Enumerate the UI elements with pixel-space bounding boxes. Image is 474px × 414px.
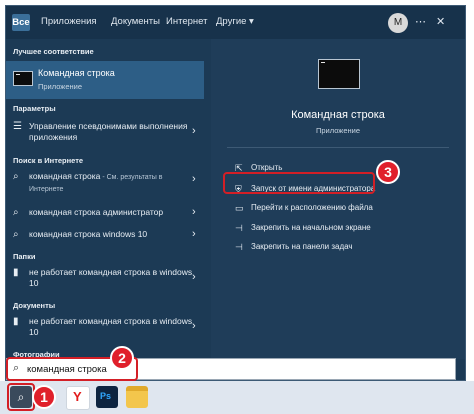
step-badge-3: 3 xyxy=(376,160,400,184)
taskbar-highlight-frame xyxy=(7,383,35,411)
more-options-icon[interactable]: ⋯ xyxy=(415,15,426,28)
pin-icon: ⊣ xyxy=(235,223,243,233)
command-prompt-icon xyxy=(13,71,33,86)
settings-item-label: Управление псевдонимами выполнения прило… xyxy=(29,121,188,142)
results-list: Лучшее соответствие Командная строка При… xyxy=(6,39,204,359)
best-match-heading: Лучшее соответствие xyxy=(13,47,94,56)
action-pin-start-label: Закрепить на начальном экране xyxy=(251,223,371,232)
file-explorer-button[interactable] xyxy=(126,386,148,408)
close-icon[interactable]: ✕ xyxy=(436,15,445,28)
best-match-type: Приложение xyxy=(38,82,82,91)
preview-app-name: Командная строка xyxy=(291,109,385,121)
chevron-right-icon[interactable]: › xyxy=(192,125,196,137)
documents-heading: Документы xyxy=(13,301,56,310)
web-result-1-label: командная строка - См. результаты в Инте… xyxy=(29,171,194,195)
divider xyxy=(227,147,449,148)
preview-app-type: Приложение xyxy=(316,126,360,135)
action-pin-taskbar-label: Закрепить на панели задач xyxy=(251,242,353,251)
web-result-3-label: командная строка windows 10 xyxy=(29,229,148,239)
document-icon: ▮ xyxy=(13,267,19,278)
web-result-1-query: командная строка xyxy=(29,171,101,181)
folder-icon xyxy=(126,391,148,408)
settings-heading: Параметры xyxy=(13,104,56,113)
search-icon: ⌕ xyxy=(13,171,19,182)
folder-result-label: не работает командная строка в windows 1… xyxy=(29,267,193,288)
step-badge-1: 1 xyxy=(32,385,56,409)
step-badge-2: 2 xyxy=(110,346,134,370)
folders-heading: Папки xyxy=(13,252,36,261)
pin-icon: ⊣ xyxy=(235,242,243,252)
chevron-right-icon[interactable]: › xyxy=(192,320,196,332)
yandex-logo-icon: Y xyxy=(73,389,82,404)
web-search-heading: Поиск в Интернете xyxy=(13,156,84,165)
tab-more[interactable]: Другие ▾ xyxy=(216,16,254,27)
admin-highlight-frame xyxy=(223,172,375,194)
taskbar: ⌕ 1 Y Ps xyxy=(0,381,474,414)
tab-internet[interactable]: Интернет xyxy=(166,16,207,27)
action-open-label: Открыть xyxy=(251,163,283,172)
command-prompt-large-icon xyxy=(318,59,360,89)
best-match-name: Командная строка xyxy=(38,68,115,78)
yandex-browser-button[interactable]: Y xyxy=(66,386,90,410)
list-settings-icon: ☰ xyxy=(13,121,22,132)
tab-documents[interactable]: Документы xyxy=(111,16,160,27)
document-result-label: не работает командная строка в windows 1… xyxy=(29,316,193,337)
chevron-right-icon[interactable]: › xyxy=(192,271,196,283)
tab-all[interactable]: Все xyxy=(12,14,30,31)
web-result-2-label: командная строка администратор xyxy=(29,207,164,217)
chevron-right-icon[interactable]: › xyxy=(192,173,196,185)
avatar[interactable]: M xyxy=(388,13,408,33)
search-icon: ⌕ xyxy=(13,229,19,240)
action-open-location-label: Перейти к расположению файла xyxy=(251,203,373,212)
search-tabs: Все Приложения Документы Интернет Другие… xyxy=(6,6,465,39)
best-match-item[interactable]: Командная строка Приложение xyxy=(6,61,204,99)
tab-apps[interactable]: Приложения xyxy=(41,16,97,27)
document-icon: ▮ xyxy=(13,316,19,327)
photoshop-logo-icon: Ps xyxy=(100,391,112,401)
chevron-right-icon[interactable]: › xyxy=(192,228,196,240)
search-icon: ⌕ xyxy=(13,207,19,218)
preview-pane: Командная строка Приложение ⇱ Открыть ⛨ … xyxy=(211,39,465,359)
folder-icon: ▭ xyxy=(235,203,244,213)
chevron-right-icon[interactable]: › xyxy=(192,206,196,218)
photoshop-button[interactable]: Ps xyxy=(96,386,118,408)
